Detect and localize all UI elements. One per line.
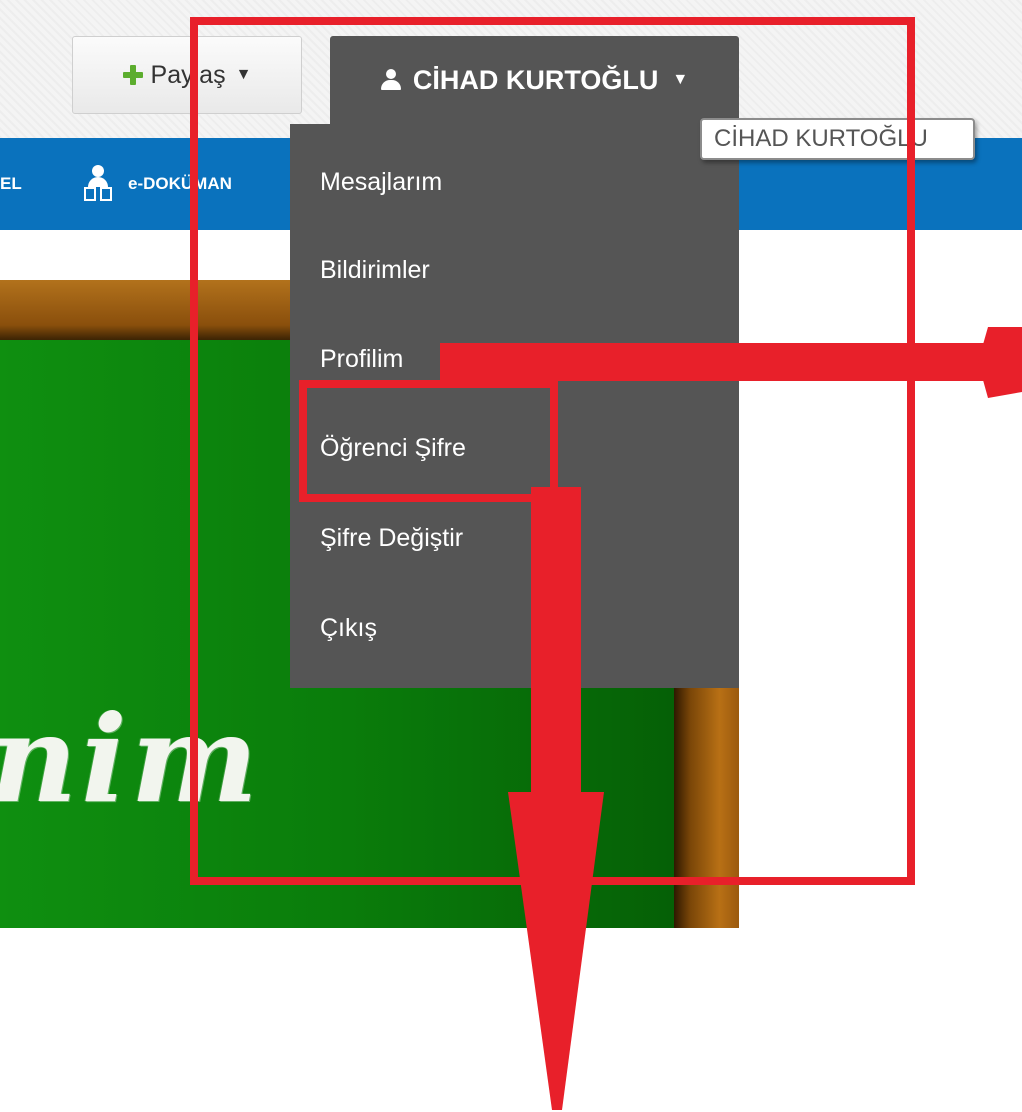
chevron-down-icon: ▼ — [672, 71, 689, 88]
plus-icon — [122, 65, 143, 85]
user-menu-button[interactable]: CİHAD KURTOĞLU ▼ — [330, 36, 739, 124]
user-icon — [380, 69, 401, 91]
user-dropdown-menu: Mesajlarım Bildirimler Profilim Öğrenci … — [290, 124, 739, 688]
chevron-down-icon: ▼ — [235, 66, 252, 83]
user-menu-label: CİHAD KURTOĞLU — [412, 64, 659, 95]
menu-item-cikis[interactable]: Çıkış — [320, 613, 377, 643]
nav-item-e-dokuman[interactable]: e-DOKÜMAN — [80, 138, 232, 230]
menu-item-mesajlarim[interactable]: Mesajlarım — [320, 167, 442, 197]
share-button-label: Paylaş — [150, 60, 226, 89]
user-documents-icon — [80, 165, 116, 203]
user-tooltip: CİHAD KURTOĞLU — [700, 118, 975, 160]
annotation-right-arrow-head — [978, 327, 1022, 398]
nav-item-label: e-DOKÜMAN — [128, 174, 232, 193]
share-button[interactable]: Paylaş ▼ — [72, 36, 302, 114]
chalkboard-text: nim — [0, 689, 262, 830]
nav-item-el[interactable]: EL — [0, 138, 22, 230]
menu-item-profilim[interactable]: Profilim — [320, 344, 403, 374]
menu-item-ogrenci-sifre[interactable]: Öğrenci Şifre — [320, 433, 466, 463]
nav-item-label: EL — [0, 174, 22, 193]
menu-item-sifre-degistir[interactable]: Şifre Değiştir — [320, 523, 463, 553]
menu-item-bildirimler[interactable]: Bildirimler — [320, 255, 430, 285]
